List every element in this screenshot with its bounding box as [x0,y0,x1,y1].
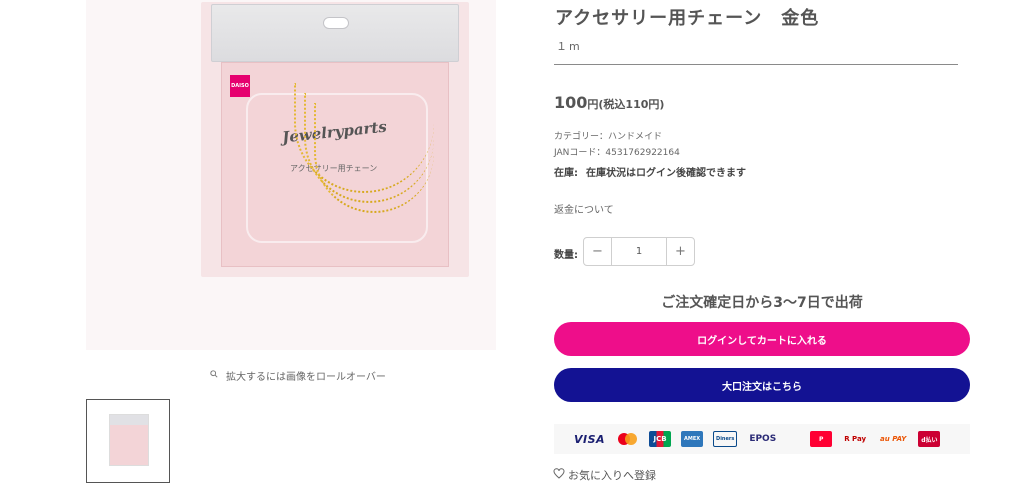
quantity-input[interactable] [611,238,667,265]
epos-icon: EPOS [749,434,777,444]
quantity-decrease-button[interactable]: − [584,238,611,265]
favorites-label: お気に入りへ登録 [568,469,656,482]
aupay-icon: au PAY [880,435,907,443]
price-tax: (税込110円) [598,98,665,111]
package-card: DAISO Jewelryparts アクセサリー用チェーン 56 [221,62,449,267]
divider [554,64,958,65]
quantity-stepper: − + [583,237,695,266]
stock-status: 在庫: 在庫状況はログイン後確認できます [554,164,746,179]
product-jan: JANコード：4531762922164 [554,148,680,158]
heart-icon [553,468,565,482]
quantity-increase-button[interactable]: + [667,238,694,265]
thumbnail-bag-top [110,415,148,425]
rpay-icon: R Pay [844,435,867,443]
refund-link[interactable]: 返金について [554,201,614,216]
amex-icon: AMEX [681,431,704,447]
bulk-order-button[interactable]: 大口注文はこちら [554,368,970,402]
product-main-image[interactable]: DAISO Jewelryparts アクセサリー用チェーン 56 [201,2,469,277]
stock-value: 在庫状況はログイン後確認できます [586,168,746,179]
search-icon [210,370,218,381]
product-title: アクセサリー用チェーン 金色 [555,8,820,29]
brand-logo: DAISO [230,75,250,97]
hang-hole [323,17,349,29]
jcb-icon: JCB [649,431,672,447]
add-to-cart-button[interactable]: ログインしてカートに入れる [554,322,970,356]
product-category: カテゴリー：ハンドメイド [554,132,663,142]
product-image-area[interactable]: DAISO Jewelryparts アクセサリー用チェーン 56 [86,0,496,350]
thumbnail-image [109,414,149,466]
diners-icon: Diners [713,431,738,447]
zoom-hint: 拡大するには画像をロールオーバー [210,368,386,383]
mastercard-icon [617,431,639,447]
price-currency: 円 [587,98,599,111]
product-price: 100円(税込110円) [554,93,664,112]
add-to-favorites-link[interactable]: お気に入りへ登録 [553,467,656,483]
shipping-note: ご注文確定日から3〜7日で出荷 [661,295,863,311]
package-bag-top [211,4,459,62]
stock-label: 在庫: [554,168,578,179]
payment-methods: VISA JCB AMEX Diners EPOS P R Pay au PAY… [554,424,970,454]
visa-icon: VISA [574,432,606,446]
paypay-icon: P [810,431,833,447]
dbarai-icon: d払い [918,431,941,447]
quantity-label: 数量: [554,250,578,261]
price-amount: 100 [554,93,588,112]
zoom-hint-text: 拡大するには画像をロールオーバー [226,372,386,383]
thumbnail-1[interactable] [86,399,170,483]
product-unit: １m [556,40,582,53]
